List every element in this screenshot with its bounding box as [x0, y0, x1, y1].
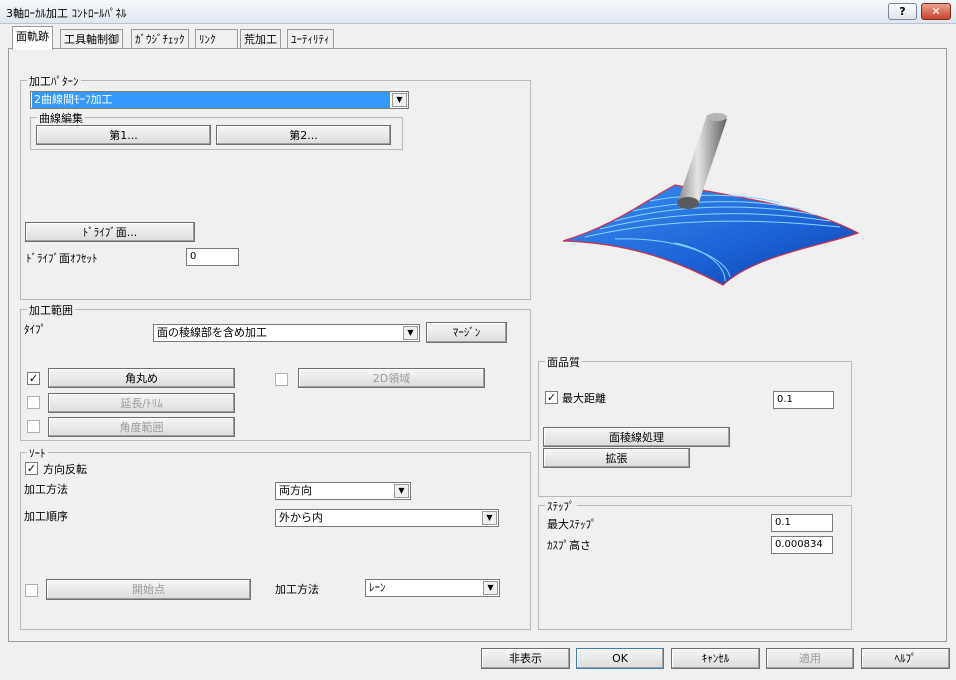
corner-round-button[interactable]: 角丸め — [48, 368, 235, 388]
start-point-checkbox[interactable] — [25, 584, 38, 597]
extend-trim-checkbox[interactable] — [27, 396, 40, 409]
window-title: 3軸ﾛｰｶﾙ加工 ｺﾝﾄﾛｰﾙﾊﾟﾈﾙ — [6, 7, 127, 20]
curve-edit-legend: 曲線編集 — [37, 110, 85, 126]
first-curve-button[interactable]: 第1... — [36, 125, 211, 145]
edge-process-button[interactable]: 面稜線処理 — [543, 427, 730, 447]
pattern-group-legend: 加工ﾊﾟﾀｰﾝ — [27, 73, 81, 89]
max-step-field[interactable]: 0.1 — [771, 514, 833, 532]
max-step-label: 最大ｽﾃｯﾌﾟ — [547, 518, 597, 531]
pattern-select-value: 2曲線間ﾓｰﾌ加工 — [32, 92, 390, 108]
corner-round-checkbox[interactable]: ✓ — [27, 372, 40, 385]
surface-shape — [562, 184, 860, 286]
second-curve-button[interactable]: 第2... — [216, 125, 391, 145]
extend-trim-button[interactable]: 延長/ﾄﾘﾑ — [48, 393, 235, 413]
tab-surface-path[interactable]: 面軌跡 — [12, 26, 53, 50]
help-button[interactable]: ﾍﾙﾌﾟ — [861, 648, 950, 669]
surface-preview-image — [562, 113, 860, 286]
method2-select[interactable]: ﾚｰﾝ ▼ — [365, 579, 500, 597]
tab-roughing[interactable]: 荒加工 — [240, 29, 281, 49]
method-select-value: 両方向 — [279, 484, 312, 497]
step-group-legend: ｽﾃｯﾌﾟ — [545, 498, 577, 514]
pattern-group: 加工ﾊﾟﾀｰﾝ — [20, 73, 531, 300]
method-label: 加工方法 — [24, 483, 68, 496]
region-2d-button[interactable]: 2D領域 — [298, 368, 485, 388]
region-2d-checkbox[interactable] — [275, 373, 288, 386]
cusp-height-field[interactable]: 0.000834 — [771, 536, 833, 554]
drive-offset-field[interactable]: 0 — [186, 248, 239, 266]
chevron-down-icon[interactable]: ▼ — [394, 484, 409, 498]
type-select[interactable]: 面の稜線部を含め加工 ▼ — [153, 324, 420, 342]
chevron-down-icon[interactable]: ▼ — [483, 581, 498, 595]
ok-button[interactable]: OK — [576, 648, 664, 669]
max-distance-field[interactable]: 0.1 — [773, 391, 834, 409]
sort-group-legend: ｿｰﾄ — [27, 445, 48, 461]
quality-group-legend: 面品質 — [545, 354, 582, 370]
angle-range-button[interactable]: 角度範囲 — [48, 417, 235, 437]
hide-button[interactable]: 非表示 — [481, 648, 570, 669]
method2-label: 加工方法 — [275, 583, 319, 596]
tab-link[interactable]: ﾘﾝｸ — [195, 29, 238, 49]
reverse-checkbox[interactable]: ✓ — [25, 462, 38, 475]
angle-range-checkbox[interactable] — [27, 420, 40, 433]
reverse-label: 方向反転 — [43, 463, 87, 476]
order-select-value: 外から内 — [279, 511, 323, 524]
chevron-down-icon[interactable]: ▼ — [482, 511, 497, 525]
margin-button[interactable]: ﾏｰｼﾞﾝ — [426, 322, 507, 343]
help-title-button[interactable]: ? — [888, 3, 917, 20]
max-distance-checkbox[interactable]: ✓ — [545, 391, 558, 404]
tab-tool-axis[interactable]: 工具軸制御 — [60, 29, 123, 49]
type-select-value: 面の稜線部を含め加工 — [157, 326, 267, 339]
order-label: 加工順序 — [24, 510, 68, 523]
drive-surface-button[interactable]: ﾄﾞﾗｲﾌﾞ面... — [25, 222, 195, 242]
drive-offset-label: ﾄﾞﾗｲﾌﾞ面ｵﾌｾｯﾄ — [26, 252, 98, 265]
apply-button[interactable]: 適用 — [766, 648, 854, 669]
max-distance-label: 最大距離 — [562, 392, 606, 405]
close-button[interactable]: ✕ — [921, 3, 951, 20]
title-bar[interactable]: 3軸ﾛｰｶﾙ加工 ｺﾝﾄﾛｰﾙﾊﾟﾈﾙ ? ✕ — [0, 0, 956, 24]
order-select[interactable]: 外から内 ▼ — [275, 509, 499, 527]
chevron-down-icon[interactable]: ▼ — [403, 326, 418, 340]
cancel-button[interactable]: ｷｬﾝｾﾙ — [671, 648, 760, 669]
range-group-legend: 加工範囲 — [27, 302, 75, 318]
expand-button[interactable]: 拡張 — [543, 448, 690, 468]
method2-select-value: ﾚｰﾝ — [369, 581, 386, 594]
method-select[interactable]: 両方向 ▼ — [275, 482, 411, 500]
start-point-button[interactable]: 開始点 — [46, 579, 251, 600]
tab-gouge-check[interactable]: ｶﾞｳｼﾞﾁｪｯｸ — [131, 29, 189, 49]
sort-group: ｿｰﾄ — [20, 445, 531, 630]
cusp-height-label: ｶｽﾌﾟ高さ — [547, 539, 591, 552]
pattern-select[interactable]: 2曲線間ﾓｰﾌ加工 ▼ — [30, 91, 409, 109]
tab-utility[interactable]: ﾕｰﾃｨﾘﾃｨ — [287, 29, 334, 49]
type-label: ﾀｲﾌﾟ — [24, 323, 46, 336]
chevron-down-icon[interactable]: ▼ — [392, 93, 407, 107]
